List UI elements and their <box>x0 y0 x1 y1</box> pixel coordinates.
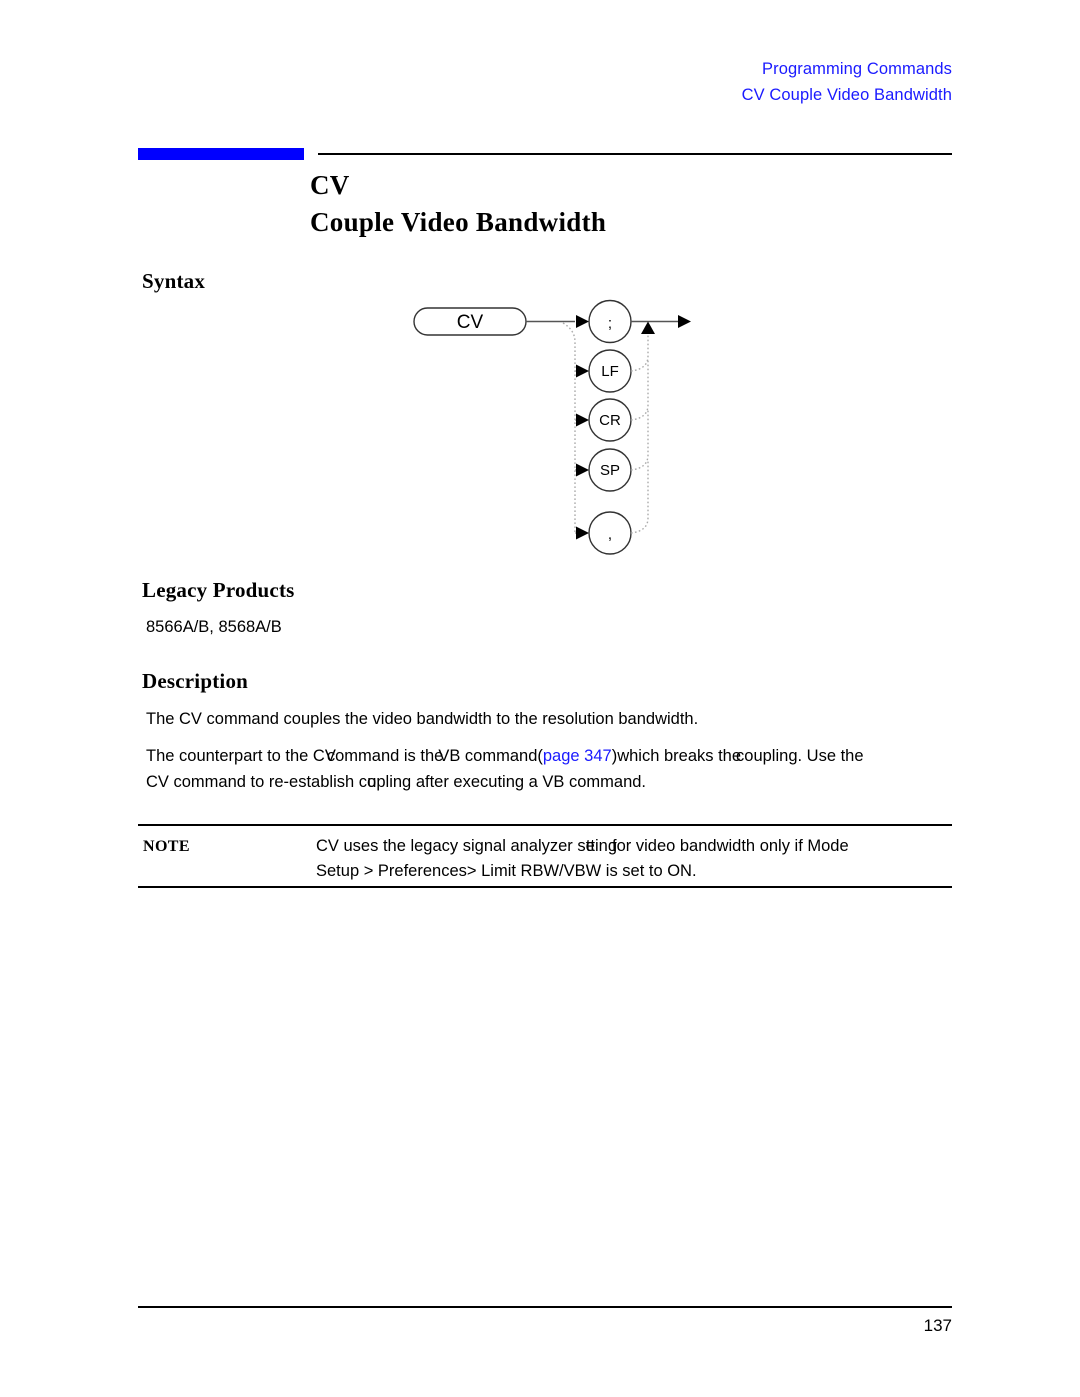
syntax-node-sp-label: SP <box>600 462 620 479</box>
note-rule-top <box>138 824 952 826</box>
desc-p2-seg-c: VB command <box>438 747 538 765</box>
legacy-products-list: 8566A/B, 8568A/B <box>146 618 282 636</box>
desc-p2-line2-seg-a: CV command to re-establish co <box>146 773 377 791</box>
page-title-command: CV <box>310 170 350 200</box>
note-body-line-1: CV uses the legacy signal analyzer setti… <box>316 834 956 859</box>
arrow-merge-up-icon <box>641 321 655 334</box>
note-body: CV uses the legacy signal analyzer setti… <box>316 834 956 884</box>
note-rule-bottom <box>138 886 952 888</box>
section-heading-syntax: Syntax <box>142 269 206 293</box>
syntax-node-semicolon-label: ; <box>608 315 612 332</box>
page-title: CV Couple Video Bandwidth <box>310 168 970 242</box>
syntax-node-cv-label: CV <box>457 312 484 333</box>
title-horizontal-rule <box>318 153 952 155</box>
description-paragraph-2-line-1: The counterpart to the CVcommand is theV… <box>146 743 976 769</box>
running-header: Programming Commands CV Couple Video Ban… <box>0 56 952 108</box>
section-heading-legacy-products: Legacy Products <box>142 578 295 602</box>
desc-p2-seg-f: which breaks the <box>617 747 742 765</box>
footer-rule <box>138 1306 952 1308</box>
note-seg-c: for video bandwidth only if Mode <box>612 837 849 855</box>
section-heading-description: Description <box>142 669 249 693</box>
arrow-into-cr-icon <box>576 413 589 427</box>
note-body-line-2: Setup > Preferences> Limit RBW/VBW is se… <box>316 859 956 884</box>
arrow-into-lf-icon <box>576 364 589 378</box>
arrow-into-semicolon-icon <box>576 315 589 328</box>
description-paragraph-1: The CV command couples the video bandwid… <box>146 710 699 728</box>
note-line2: Setup > Preferences> Limit RBW/VBW is se… <box>316 862 697 880</box>
title-rule-row <box>138 148 952 161</box>
footer-page-number: 137 <box>923 1316 952 1335</box>
syntax-node-comma-label: , <box>608 526 612 543</box>
accent-bar <box>138 148 304 160</box>
desc-p2-seg-b: command is the <box>326 747 444 765</box>
page-title-name: Couple Video Bandwidth <box>310 207 607 237</box>
desc-p2-seg-a: The counterpart to the CV <box>146 747 336 765</box>
description-paragraph-2-line-2: CV command to re-establish coupling afte… <box>146 769 976 795</box>
desc-p2-seg-g: coupling. Use the <box>736 747 864 765</box>
header-line-chapter: Programming Commands <box>762 60 952 78</box>
note-seg-a: CV uses the legacy signal analyzer se <box>316 837 595 855</box>
desc-p2-line2-seg-c: after executing a VB command. <box>411 773 647 791</box>
syntax-railroad-diagram: .solid-line { stroke:#555; stroke-width:… <box>390 290 710 555</box>
header-line-topic: CV Couple Video Bandwidth <box>741 86 952 104</box>
syntax-node-lf-label: LF <box>601 363 619 380</box>
note-label: NOTE <box>143 838 190 855</box>
arrow-into-sp-icon <box>576 463 589 477</box>
description-paragraph-2: The counterpart to the CVcommand is theV… <box>146 743 976 795</box>
syntax-node-cr-label: CR <box>599 412 621 429</box>
arrow-exit-right-icon <box>678 315 691 328</box>
arrow-into-comma-icon <box>576 526 589 540</box>
desc-p2-line2-seg-b: upling <box>367 773 412 791</box>
cross-reference-link-page-347[interactable]: page 347 <box>543 747 612 765</box>
